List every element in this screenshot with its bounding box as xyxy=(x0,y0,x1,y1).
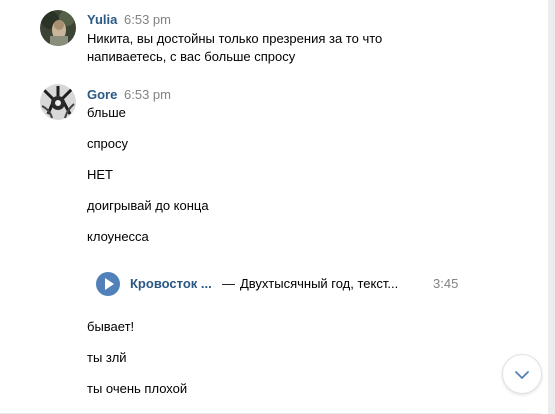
audio-separator: — xyxy=(222,276,235,291)
message-time[interactable]: 6:53 pm xyxy=(124,87,171,102)
audio-attachment[interactable]: Кровосток ... — Двухтысячный год, текст.… xyxy=(96,272,476,296)
message-text: клоунесса xyxy=(87,229,149,244)
message-author[interactable]: Yulia xyxy=(87,12,117,27)
message-text: доигрывай до конца xyxy=(87,198,209,213)
message-text: ты злй xyxy=(87,350,127,365)
message-text: НЕТ xyxy=(87,167,113,182)
message-feed[interactable]: Yulia 6:53 pm Никита, вы достойны только… xyxy=(0,0,548,414)
audio-duration: 3:45 xyxy=(433,276,459,291)
audio-artist[interactable]: Кровосток ... xyxy=(130,276,212,291)
message-text: бывает! xyxy=(87,319,135,334)
message-text: Никита, вы достойны только презрения за … xyxy=(87,31,383,46)
message-author[interactable]: Gore xyxy=(87,87,117,102)
message-text: спросу xyxy=(87,136,128,151)
message-text: ты очень плохой xyxy=(87,381,188,396)
play-icon[interactable] xyxy=(96,272,120,296)
chevron-down-icon xyxy=(514,364,530,384)
audio-title[interactable]: Двухтысячный год, текст... xyxy=(240,276,398,291)
message-text: напиваетесь, с вас больше спросу xyxy=(87,49,296,64)
scrollbar[interactable] xyxy=(548,0,555,414)
avatar-gore[interactable] xyxy=(40,84,76,120)
message-time[interactable]: 6:53 pm xyxy=(124,12,171,27)
avatar-yulia[interactable] xyxy=(40,10,76,46)
message-text: бльше xyxy=(87,105,126,120)
scroll-down-button[interactable] xyxy=(502,354,542,394)
